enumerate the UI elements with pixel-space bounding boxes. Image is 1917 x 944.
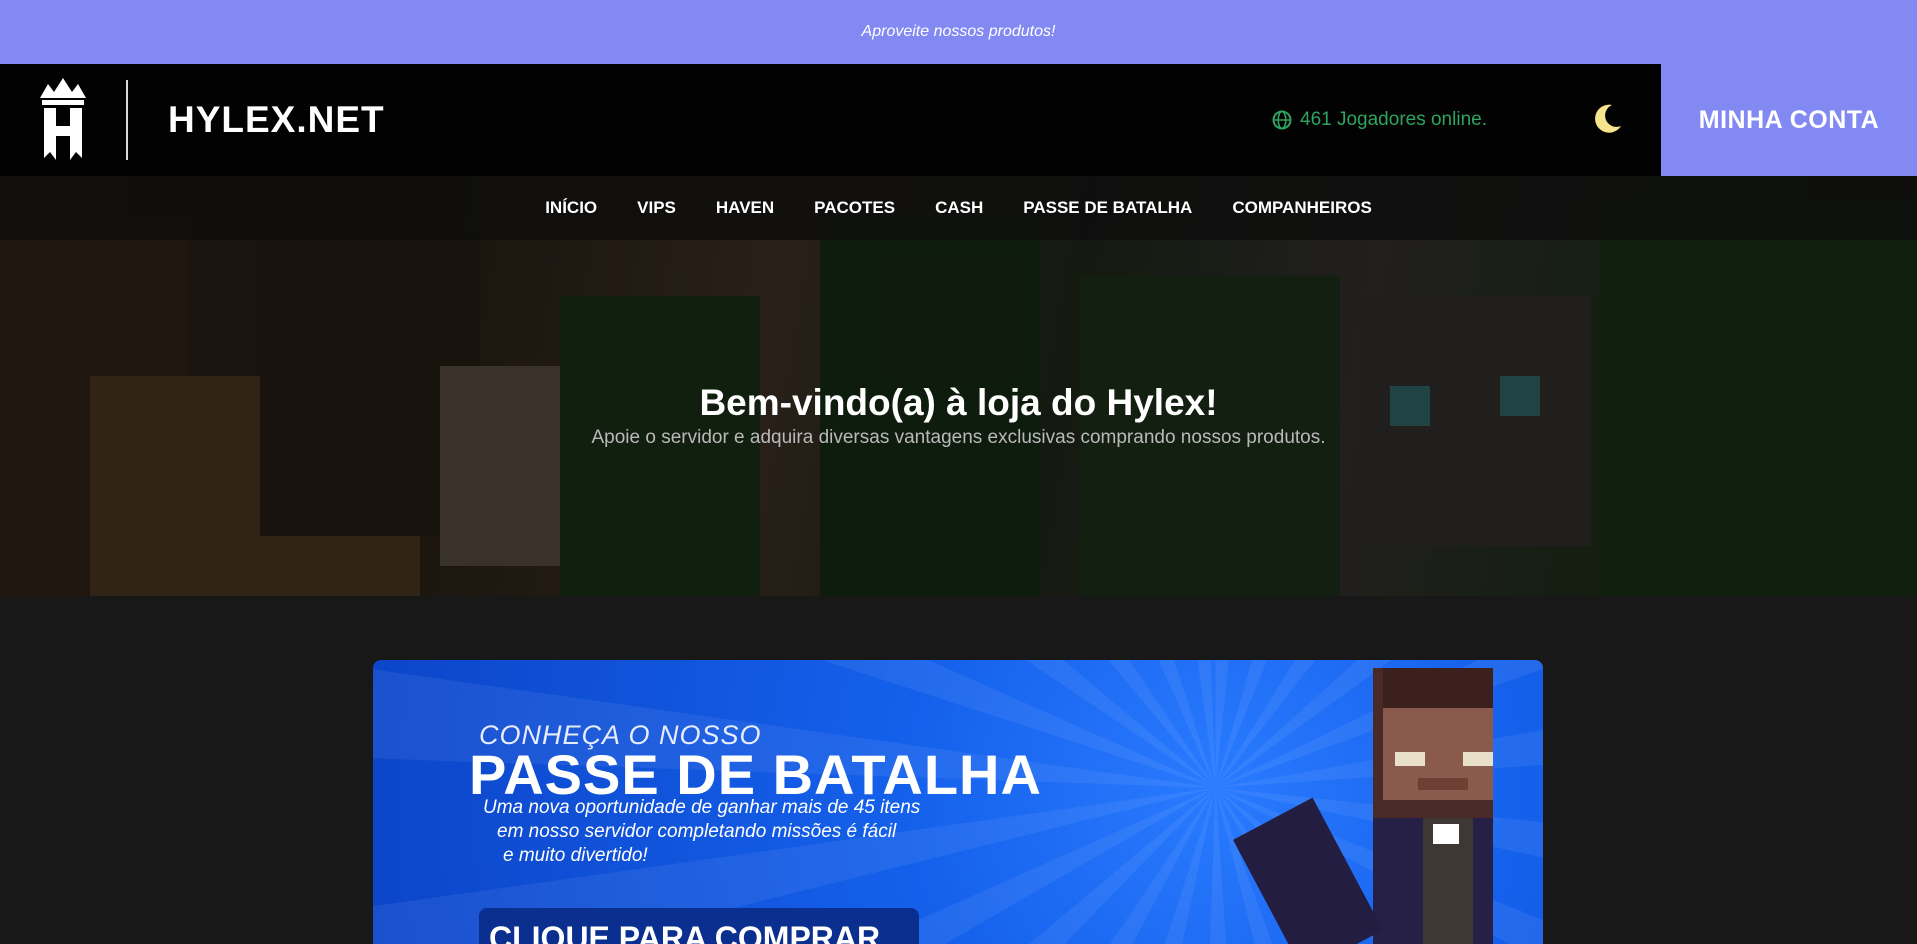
main-nav: INÍCIO VIPS HAVEN PACOTES CASH PASSE DE …: [0, 176, 1917, 240]
nav-companheiros[interactable]: COMPANHEIROS: [1232, 198, 1371, 218]
globe-icon: [1272, 110, 1292, 130]
minecraft-character-image: [1233, 668, 1493, 944]
hero-subtitle: Apoie o servidor e adquira diversas vant…: [591, 427, 1326, 448]
banner-description-line: Uma nova oportunidade de ganhar mais de …: [483, 797, 921, 818]
nav-haven[interactable]: HAVEN: [716, 198, 774, 218]
buy-battle-pass-button[interactable]: CLIQUE PARA COMPRAR: [479, 908, 919, 944]
battle-pass-banner[interactable]: CONHEÇA O NOSSO PASSE DE BATALHA Uma nov…: [373, 660, 1543, 944]
banner-description-line: e muito divertido!: [503, 845, 648, 866]
announcement-bar: Aproveite nossos produtos!: [0, 0, 1917, 64]
nav-inicio[interactable]: INÍCIO: [545, 198, 597, 218]
nav-pacotes[interactable]: PACOTES: [814, 198, 895, 218]
nav-cash[interactable]: CASH: [935, 198, 983, 218]
my-account-button[interactable]: MINHA CONTA: [1661, 64, 1917, 176]
announcement-text: Aproveite nossos produtos!: [861, 23, 1056, 40]
banner-description-line: em nosso servidor completando missões é …: [497, 821, 897, 842]
hero-title: Bem-vindo(a) à loja do Hylex!: [699, 382, 1218, 423]
nav-passe-de-batalha[interactable]: PASSE DE BATALHA: [1023, 198, 1192, 218]
crown-h-logo-icon[interactable]: [36, 76, 90, 164]
players-online-text: 461 Jogadores online.: [1300, 109, 1487, 130]
site-header: HYLEX.NET 461 Jogadores online.: [0, 64, 1917, 176]
players-online: 461 Jogadores online.: [1272, 64, 1487, 176]
logo-divider: [126, 80, 128, 160]
banner-description: Uma nova oportunidade de ganhar mais de …: [483, 796, 1003, 868]
nav-vips[interactable]: VIPS: [637, 198, 676, 218]
moon-icon[interactable]: [1590, 102, 1624, 136]
site-brand[interactable]: HYLEX.NET: [168, 64, 385, 176]
